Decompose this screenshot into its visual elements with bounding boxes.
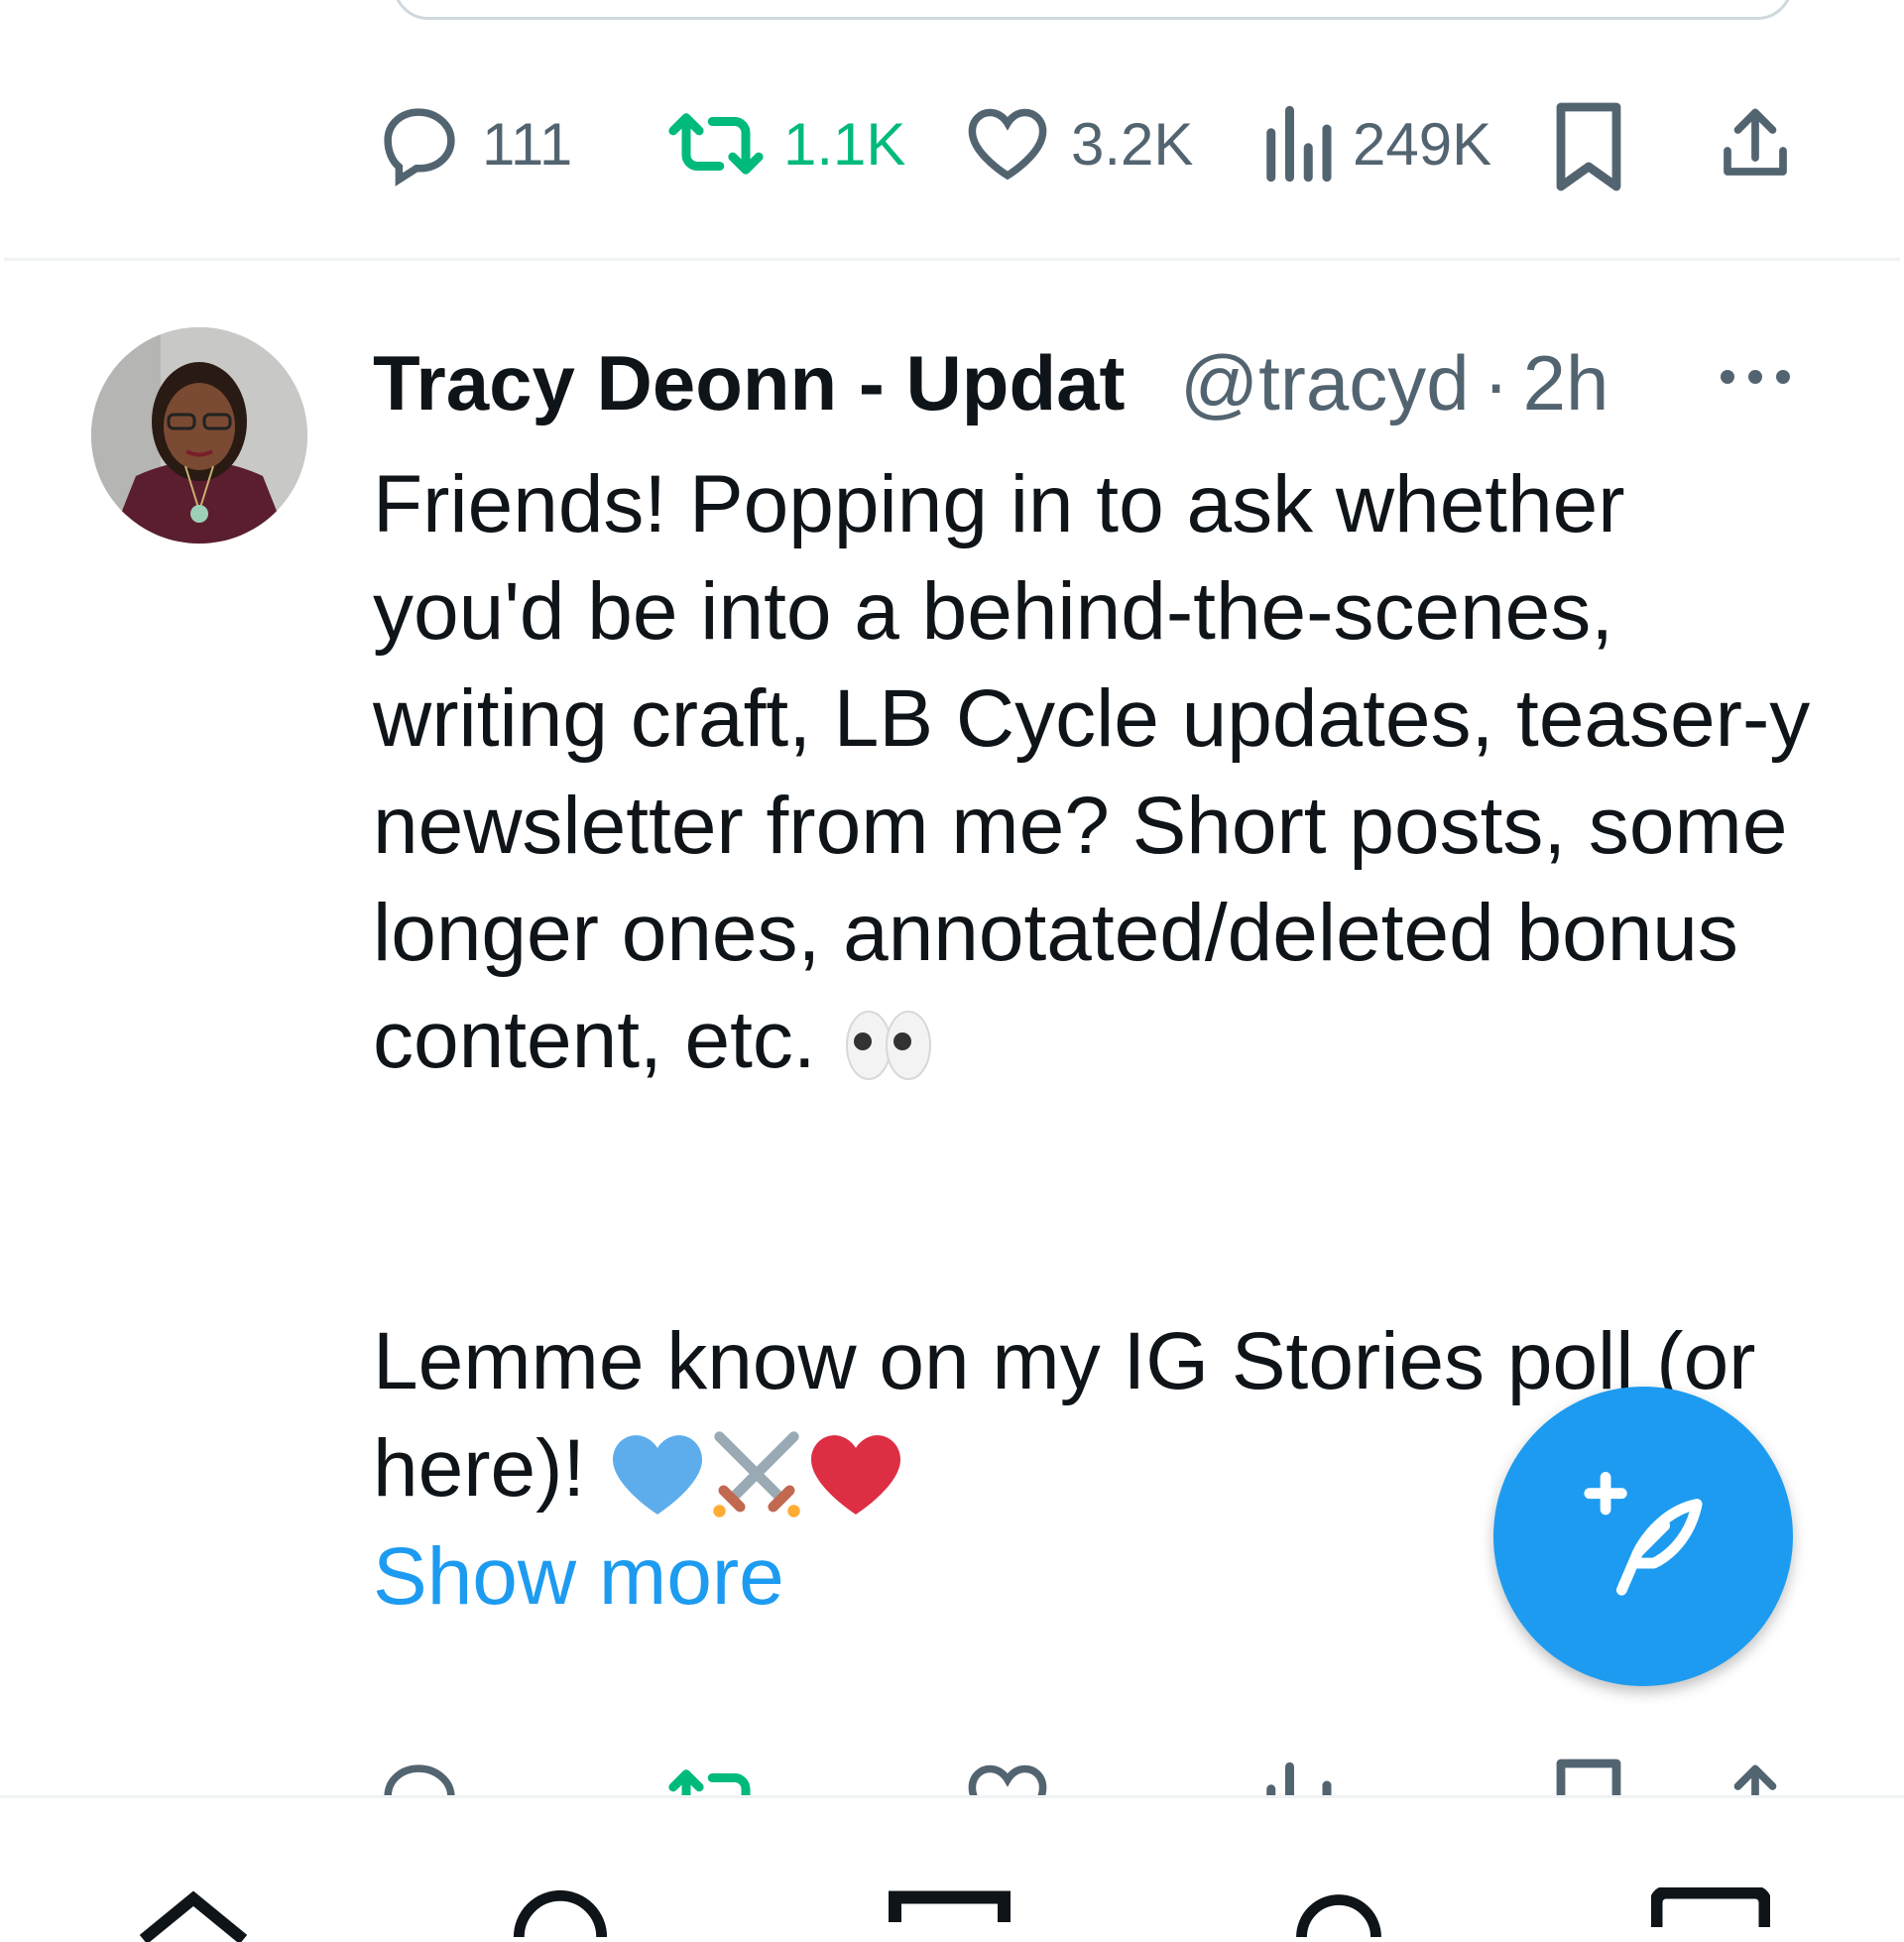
bottom-navigation (0, 1798, 1904, 1942)
views-icon (1266, 105, 1332, 182)
notifications-icon[interactable] (1289, 1882, 1388, 1942)
previous-tweet-card (393, 0, 1793, 20)
share-button[interactable] (1714, 99, 1797, 188)
reply-count: 111 (482, 110, 573, 178)
tweet-actions (0, 1756, 1904, 1800)
like-icon[interactable] (962, 1756, 1053, 1800)
tweet-paragraph-1: Friends! Popping in to ask whether you'd… (373, 459, 1811, 1085)
author-name[interactable]: Tracy Deonn - Updat (373, 338, 1166, 428)
separator-dot: · (1483, 338, 1509, 426)
retweet-button[interactable]: 1.1K (666, 99, 905, 188)
messages-icon[interactable] (1651, 1887, 1770, 1927)
reply-icon (384, 108, 455, 186)
bookmark-icon[interactable] (1553, 1756, 1624, 1800)
communities-icon[interactable] (888, 1887, 1012, 1927)
share-icon (1724, 108, 1787, 176)
like-icon (968, 108, 1047, 181)
compose-button[interactable] (1493, 1387, 1793, 1686)
share-icon[interactable] (1714, 1756, 1797, 1800)
blue-heart-emoji (613, 1435, 703, 1516)
crossed-swords-emoji (713, 1431, 800, 1518)
tweet-header: Tracy Deonn - Updat @tracyd · 2h (373, 333, 1608, 432)
eyes-emoji (845, 1011, 931, 1081)
views-button[interactable]: 249K (1259, 99, 1491, 188)
search-icon[interactable] (511, 1882, 610, 1942)
more-icon[interactable] (1716, 357, 1795, 397)
retweet-icon[interactable] (666, 1756, 766, 1800)
tweet-divider (4, 258, 1900, 261)
reply-icon[interactable] (375, 1756, 464, 1800)
compose-icon (1584, 1472, 1703, 1596)
bookmark-icon (1556, 102, 1621, 191)
avatar[interactable] (91, 327, 307, 544)
retweet-icon (668, 113, 764, 175)
bookmark-button[interactable] (1553, 99, 1624, 194)
like-count: 3.2K (1071, 110, 1194, 178)
reply-button[interactable]: 111 (375, 99, 572, 188)
views-count: 249K (1353, 110, 1492, 178)
like-button[interactable]: 3.2K (962, 99, 1193, 188)
previous-tweet-actions: 111 1.1K 3.2K 249K (0, 99, 1904, 191)
tweet-time[interactable]: 2h (1523, 338, 1609, 428)
author-handle[interactable]: @tracyd (1180, 338, 1470, 428)
red-heart-emoji (811, 1435, 901, 1516)
views-icon[interactable] (1259, 1756, 1335, 1800)
retweet-count: 1.1K (783, 110, 906, 178)
home-icon[interactable] (139, 1882, 248, 1942)
